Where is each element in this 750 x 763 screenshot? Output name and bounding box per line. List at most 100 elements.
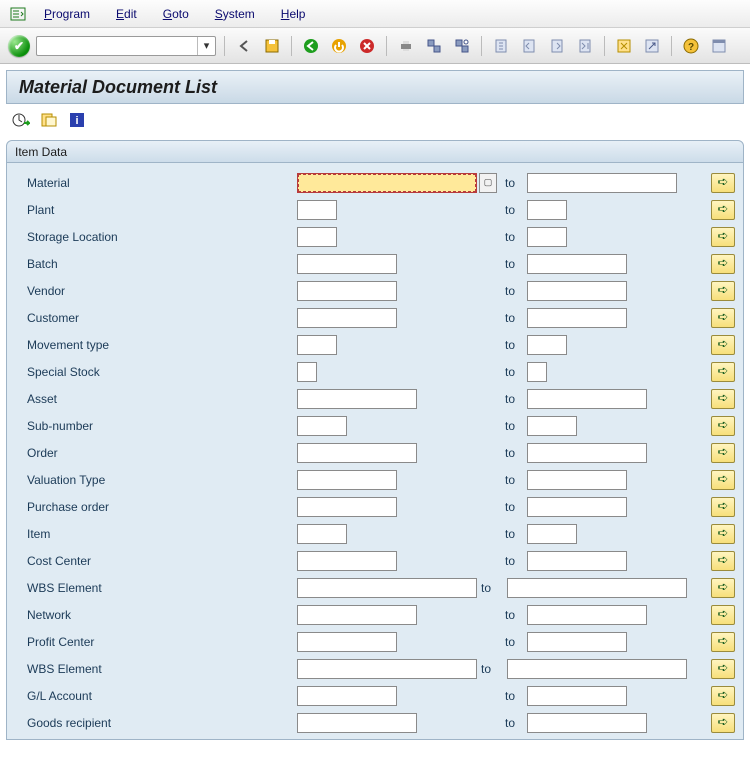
menu-system[interactable]: System — [215, 7, 255, 21]
purchase-order-from-input[interactable] — [297, 497, 397, 517]
help-icon[interactable]: ? — [680, 35, 702, 57]
goods-recipient-from-input[interactable] — [297, 713, 417, 733]
label-item: Item — [27, 527, 297, 541]
batch-from-input[interactable] — [297, 254, 397, 274]
to-label: to — [497, 311, 527, 325]
menu-help[interactable]: Help — [281, 7, 306, 21]
sap-menu-icon[interactable] — [10, 6, 26, 21]
storage-location-to-input[interactable] — [527, 227, 567, 247]
network-to-input[interactable] — [527, 605, 647, 625]
gl-account-from-input[interactable] — [297, 686, 397, 706]
vendor-to-input[interactable] — [527, 281, 627, 301]
item-multiple-selection-button[interactable] — [711, 524, 735, 544]
vendor-multiple-selection-button[interactable] — [711, 281, 735, 301]
order-to-input[interactable] — [527, 443, 647, 463]
wbs-element-2-to-input[interactable] — [507, 659, 687, 679]
item-to-input[interactable] — [527, 524, 577, 544]
purchase-order-to-input[interactable] — [527, 497, 627, 517]
storage-location-from-input[interactable] — [297, 227, 337, 247]
cost-center-from-input[interactable] — [297, 551, 397, 571]
layout-icon[interactable] — [708, 35, 730, 57]
asset-from-input[interactable] — [297, 389, 417, 409]
get-variant-icon[interactable] — [38, 110, 60, 130]
first-page-icon[interactable] — [490, 35, 512, 57]
sub-number-from-input[interactable] — [297, 416, 347, 436]
info-icon[interactable]: i — [66, 110, 88, 130]
customer-to-input[interactable] — [527, 308, 627, 328]
batch-multiple-selection-button[interactable] — [711, 254, 735, 274]
menu-goto[interactable]: Goto — [163, 7, 189, 21]
material-f4-button[interactable] — [479, 173, 497, 193]
plant-to-input[interactable] — [527, 200, 567, 220]
plant-from-input[interactable] — [297, 200, 337, 220]
shortcut-icon[interactable] — [641, 35, 663, 57]
back-icon[interactable] — [233, 35, 255, 57]
next-page-icon[interactable] — [546, 35, 568, 57]
order-from-input[interactable] — [297, 443, 417, 463]
sub-number-to-input[interactable] — [527, 416, 577, 436]
profit-center-multiple-selection-button[interactable] — [711, 632, 735, 652]
valuation-type-to-input[interactable] — [527, 470, 627, 490]
save-icon[interactable] — [261, 35, 283, 57]
item-from-input[interactable] — [297, 524, 347, 544]
material-from-input[interactable] — [297, 173, 477, 193]
wbs-element-2-from-input[interactable] — [297, 659, 477, 679]
to-label: to — [497, 365, 527, 379]
wbs-element-1-from-input[interactable] — [297, 578, 477, 598]
wbs-element-2-multiple-selection-button[interactable] — [711, 659, 735, 679]
valuation-type-from-input[interactable] — [297, 470, 397, 490]
customer-multiple-selection-button[interactable] — [711, 308, 735, 328]
row-sub-number: Sub-numberto — [27, 412, 735, 439]
order-multiple-selection-button[interactable] — [711, 443, 735, 463]
gl-account-to-input[interactable] — [527, 686, 627, 706]
purchase-order-multiple-selection-button[interactable] — [711, 497, 735, 517]
row-movement-type: Movement typeto — [27, 331, 735, 358]
print-icon[interactable] — [395, 35, 417, 57]
profit-center-from-input[interactable] — [297, 632, 397, 652]
wbs-element-1-multiple-selection-button[interactable] — [711, 578, 735, 598]
goods-recipient-multiple-selection-button[interactable] — [711, 713, 735, 733]
enter-button[interactable] — [8, 35, 30, 57]
plant-multiple-selection-button[interactable] — [711, 200, 735, 220]
command-dropdown-icon[interactable] — [197, 37, 215, 55]
network-multiple-selection-button[interactable] — [711, 605, 735, 625]
special-stock-from-input[interactable] — [297, 362, 317, 382]
new-session-icon[interactable] — [613, 35, 635, 57]
cost-center-multiple-selection-button[interactable] — [711, 551, 735, 571]
movement-type-from-input[interactable] — [297, 335, 337, 355]
sub-number-multiple-selection-button[interactable] — [711, 416, 735, 436]
cost-center-to-input[interactable] — [527, 551, 627, 571]
material-multiple-selection-button[interactable] — [711, 173, 735, 193]
special-stock-to-input[interactable] — [527, 362, 547, 382]
item-data-panel: Item Data MaterialtoPlanttoStorage Locat… — [6, 140, 744, 740]
menu-program[interactable]: Program — [44, 7, 90, 21]
movement-type-to-input[interactable] — [527, 335, 567, 355]
command-field[interactable] — [36, 36, 216, 56]
exit-icon[interactable] — [328, 35, 350, 57]
customer-from-input[interactable] — [297, 308, 397, 328]
back-green-icon[interactable] — [300, 35, 322, 57]
goods-recipient-to-input[interactable] — [527, 713, 647, 733]
asset-multiple-selection-button[interactable] — [711, 389, 735, 409]
movement-type-multiple-selection-button[interactable] — [711, 335, 735, 355]
find-icon[interactable] — [423, 35, 445, 57]
execute-icon[interactable] — [10, 110, 32, 130]
asset-to-input[interactable] — [527, 389, 647, 409]
material-to-input[interactable] — [527, 173, 677, 193]
gl-account-multiple-selection-button[interactable] — [711, 686, 735, 706]
profit-center-to-input[interactable] — [527, 632, 627, 652]
prev-page-icon[interactable] — [518, 35, 540, 57]
special-stock-multiple-selection-button[interactable] — [711, 362, 735, 382]
valuation-type-multiple-selection-button[interactable] — [711, 470, 735, 490]
vendor-from-input[interactable] — [297, 281, 397, 301]
batch-to-input[interactable] — [527, 254, 627, 274]
network-from-input[interactable] — [297, 605, 417, 625]
last-page-icon[interactable] — [574, 35, 596, 57]
cancel-icon[interactable] — [356, 35, 378, 57]
menu-edit[interactable]: Edit — [116, 7, 137, 21]
to-label: to — [497, 392, 527, 406]
storage-location-multiple-selection-button[interactable] — [711, 227, 735, 247]
find-next-icon[interactable] — [451, 35, 473, 57]
wbs-element-1-to-input[interactable] — [507, 578, 687, 598]
page-title: Material Document List — [6, 70, 744, 104]
